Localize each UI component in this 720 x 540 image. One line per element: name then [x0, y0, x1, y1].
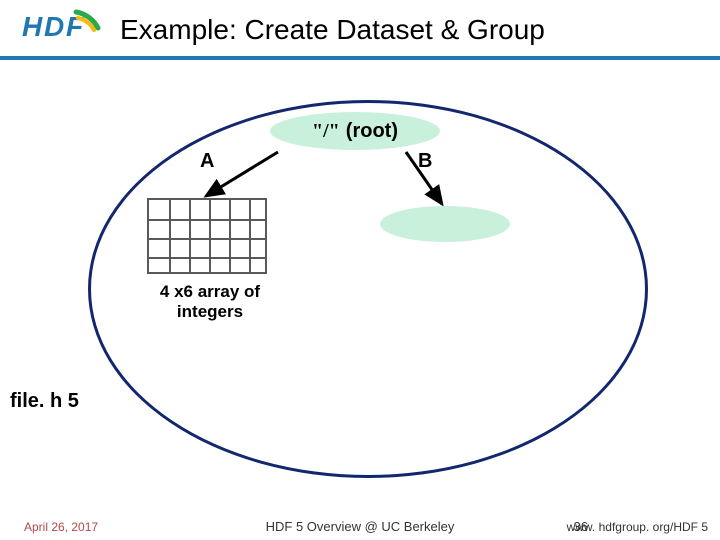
svg-text:H: H: [22, 11, 43, 42]
root-slash-label: "/": [312, 120, 340, 143]
array-caption-line1: 4 x6 array of: [160, 282, 260, 301]
array-caption-line2: integers: [177, 302, 243, 321]
svg-text:D: D: [44, 11, 64, 42]
footer-url: www. hdfgroup. org/HDF 5: [567, 520, 708, 534]
hdf-logo-icon: H D F: [16, 6, 102, 55]
root-word-label: (root): [346, 120, 398, 143]
dataset-caption: 4 x6 array of integers: [150, 282, 270, 321]
title-underline: [0, 56, 720, 60]
root-group-node: "/" (root): [270, 112, 440, 150]
slide-header: H D F Example: Create Dataset & Group: [0, 0, 720, 64]
slide-footer: April 26, 2017 HDF 5 Overview @ UC Berke…: [0, 514, 720, 540]
arrow-b-icon: [400, 148, 480, 214]
group-b-node: [380, 206, 510, 242]
slide-title: Example: Create Dataset & Group: [120, 14, 700, 46]
file-name-label: file. h 5: [10, 390, 79, 413]
slide: H D F Example: Create Dataset & Group "/…: [0, 0, 720, 540]
dataset-grid-icon: [147, 198, 267, 274]
